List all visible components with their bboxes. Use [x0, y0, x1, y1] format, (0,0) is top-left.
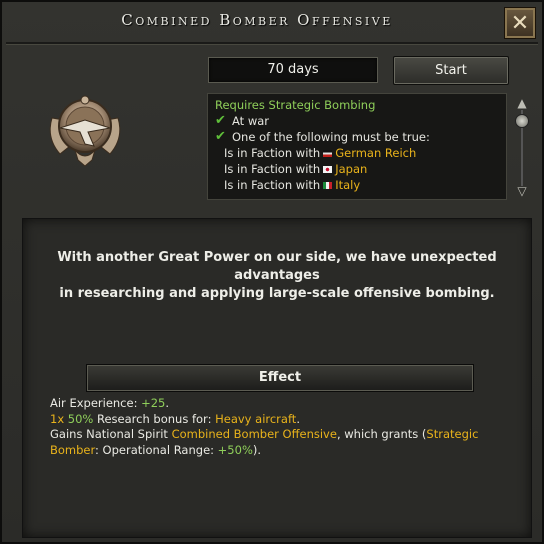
requirement-faction-italy: Is in Faction with Italy — [215, 177, 506, 193]
scroll-down-icon[interactable]: ▽ — [513, 184, 531, 198]
panel-title: Combined Bomber Offensive — [121, 11, 393, 29]
effect-target: Heavy aircraft — [215, 411, 297, 426]
scroll-up-icon[interactable]: ▲ — [513, 96, 531, 110]
description-line: in researching and applying large-scale … — [59, 286, 495, 301]
requirement-label: Is in Faction with — [224, 178, 321, 192]
faction-name: Italy — [335, 178, 361, 192]
effect-air-experience: Air Experience: +25. — [50, 396, 510, 412]
check-icon: ✔ — [215, 129, 226, 144]
close-button[interactable]: ✕ — [504, 7, 536, 39]
start-button[interactable]: Start — [393, 56, 509, 85]
effect-text: Gains National Spirit — [50, 427, 172, 441]
effect-text: ). — [252, 442, 262, 457]
duration-display: 70 days — [208, 57, 378, 83]
effect-text: Research bonus for: — [93, 411, 216, 426]
requirement-one-of: ✔ One of the following must be true: — [215, 129, 506, 145]
requirements-heading: Requires Strategic Bombing — [215, 98, 376, 112]
title-divider — [6, 42, 538, 45]
requirement-faction-japan: Is in Faction with Japan — [215, 161, 506, 177]
requirement-label: Is in Faction with — [224, 146, 321, 160]
focus-panel: Combined Bomber Offensive ✕ 70 days Star… — [0, 0, 544, 544]
effect-text: , which grants ( — [336, 427, 427, 441]
flag-icon — [323, 165, 333, 173]
faction-name: Japan — [335, 162, 368, 176]
requirement-faction-germany: Is in Faction with German Reich — [215, 145, 506, 161]
effects-list: Air Experience: +25. 1x 50% Research bon… — [50, 396, 510, 458]
effect-text: : Operational Range: — [95, 442, 218, 457]
effect-text: Air Experience: — [50, 396, 142, 410]
effect-header: Effect — [86, 364, 474, 392]
close-icon: ✕ — [510, 10, 530, 36]
focus-description: With another Great Power on our side, we… — [32, 249, 522, 303]
effect-value: +50% — [217, 442, 253, 457]
check-icon: ✔ — [215, 113, 226, 128]
effect-text: . — [165, 396, 170, 410]
faction-name: German Reich — [335, 146, 417, 160]
requirement-label: Is in Faction with — [224, 162, 321, 176]
description-line: With another Great Power on our side, we… — [57, 250, 497, 283]
bomber-medal-icon — [49, 95, 121, 167]
effect-count: 1x — [50, 411, 65, 426]
spirit-name: Combined Bomber Offensive — [171, 427, 337, 441]
effect-value: 50% — [67, 411, 94, 426]
requirements-scrollbar[interactable]: ▲ ▽ — [513, 96, 531, 200]
scroll-thumb[interactable] — [515, 114, 529, 128]
flag-icon — [323, 149, 333, 157]
requirement-at-war: ✔ At war — [215, 113, 506, 129]
effect-national-spirit: Gains National Spirit Combined Bomber Of… — [50, 427, 510, 458]
requirement-label: At war — [232, 114, 270, 128]
flag-icon — [323, 181, 333, 189]
requirement-label: One of the following must be true: — [232, 130, 430, 144]
effect-text: . — [296, 411, 300, 426]
requirements-box: Requires Strategic Bombing ✔ At war ✔ On… — [207, 93, 507, 200]
effect-value: +25 — [141, 396, 166, 410]
effect-research-bonus: 1x 50% Research bonus for: Heavy aircraf… — [50, 412, 510, 428]
